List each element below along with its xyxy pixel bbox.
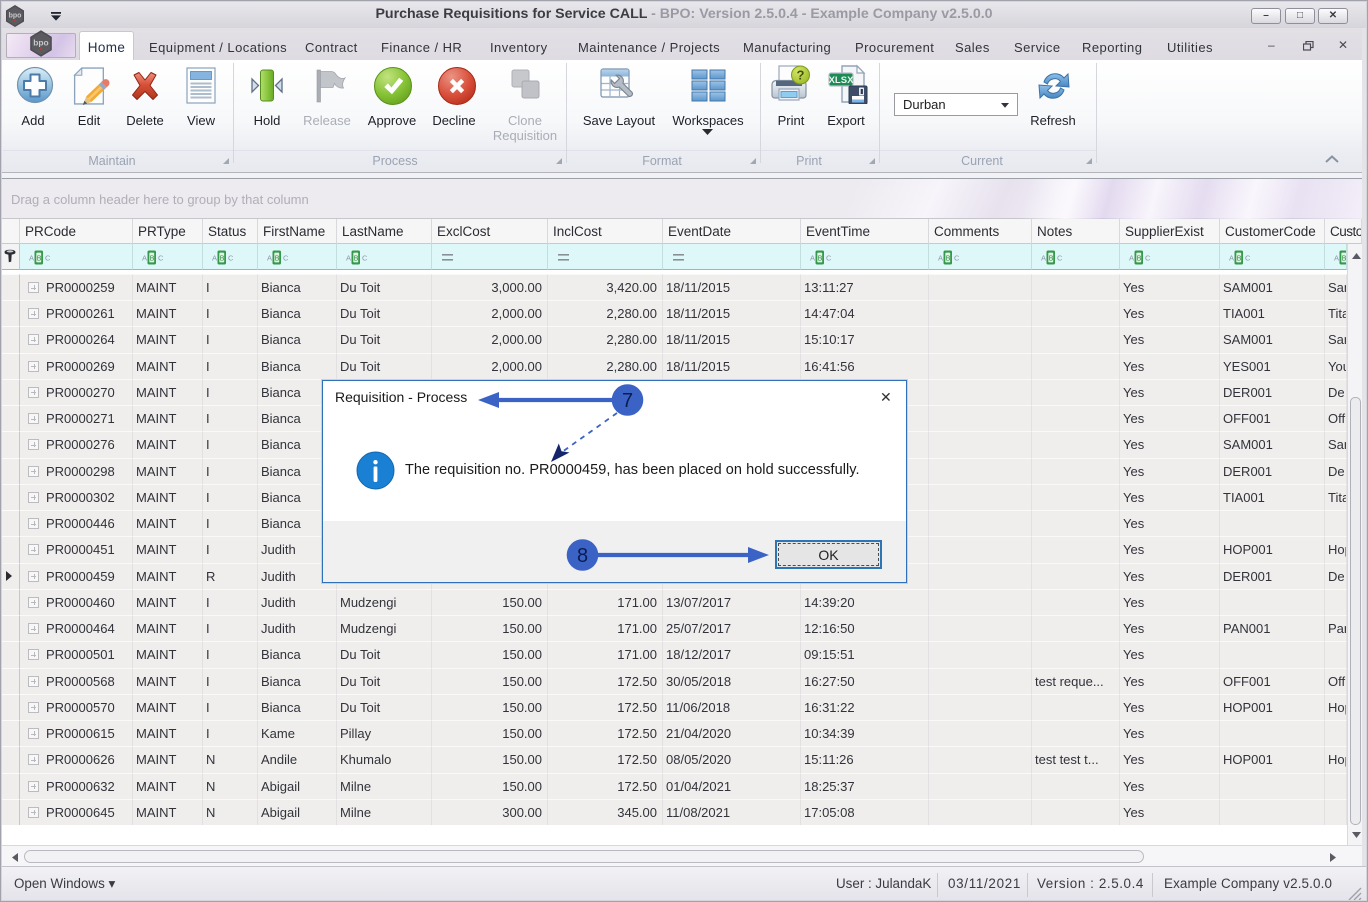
svg-text:7: 7 — [622, 390, 633, 412]
svg-text:8: 8 — [577, 545, 588, 567]
